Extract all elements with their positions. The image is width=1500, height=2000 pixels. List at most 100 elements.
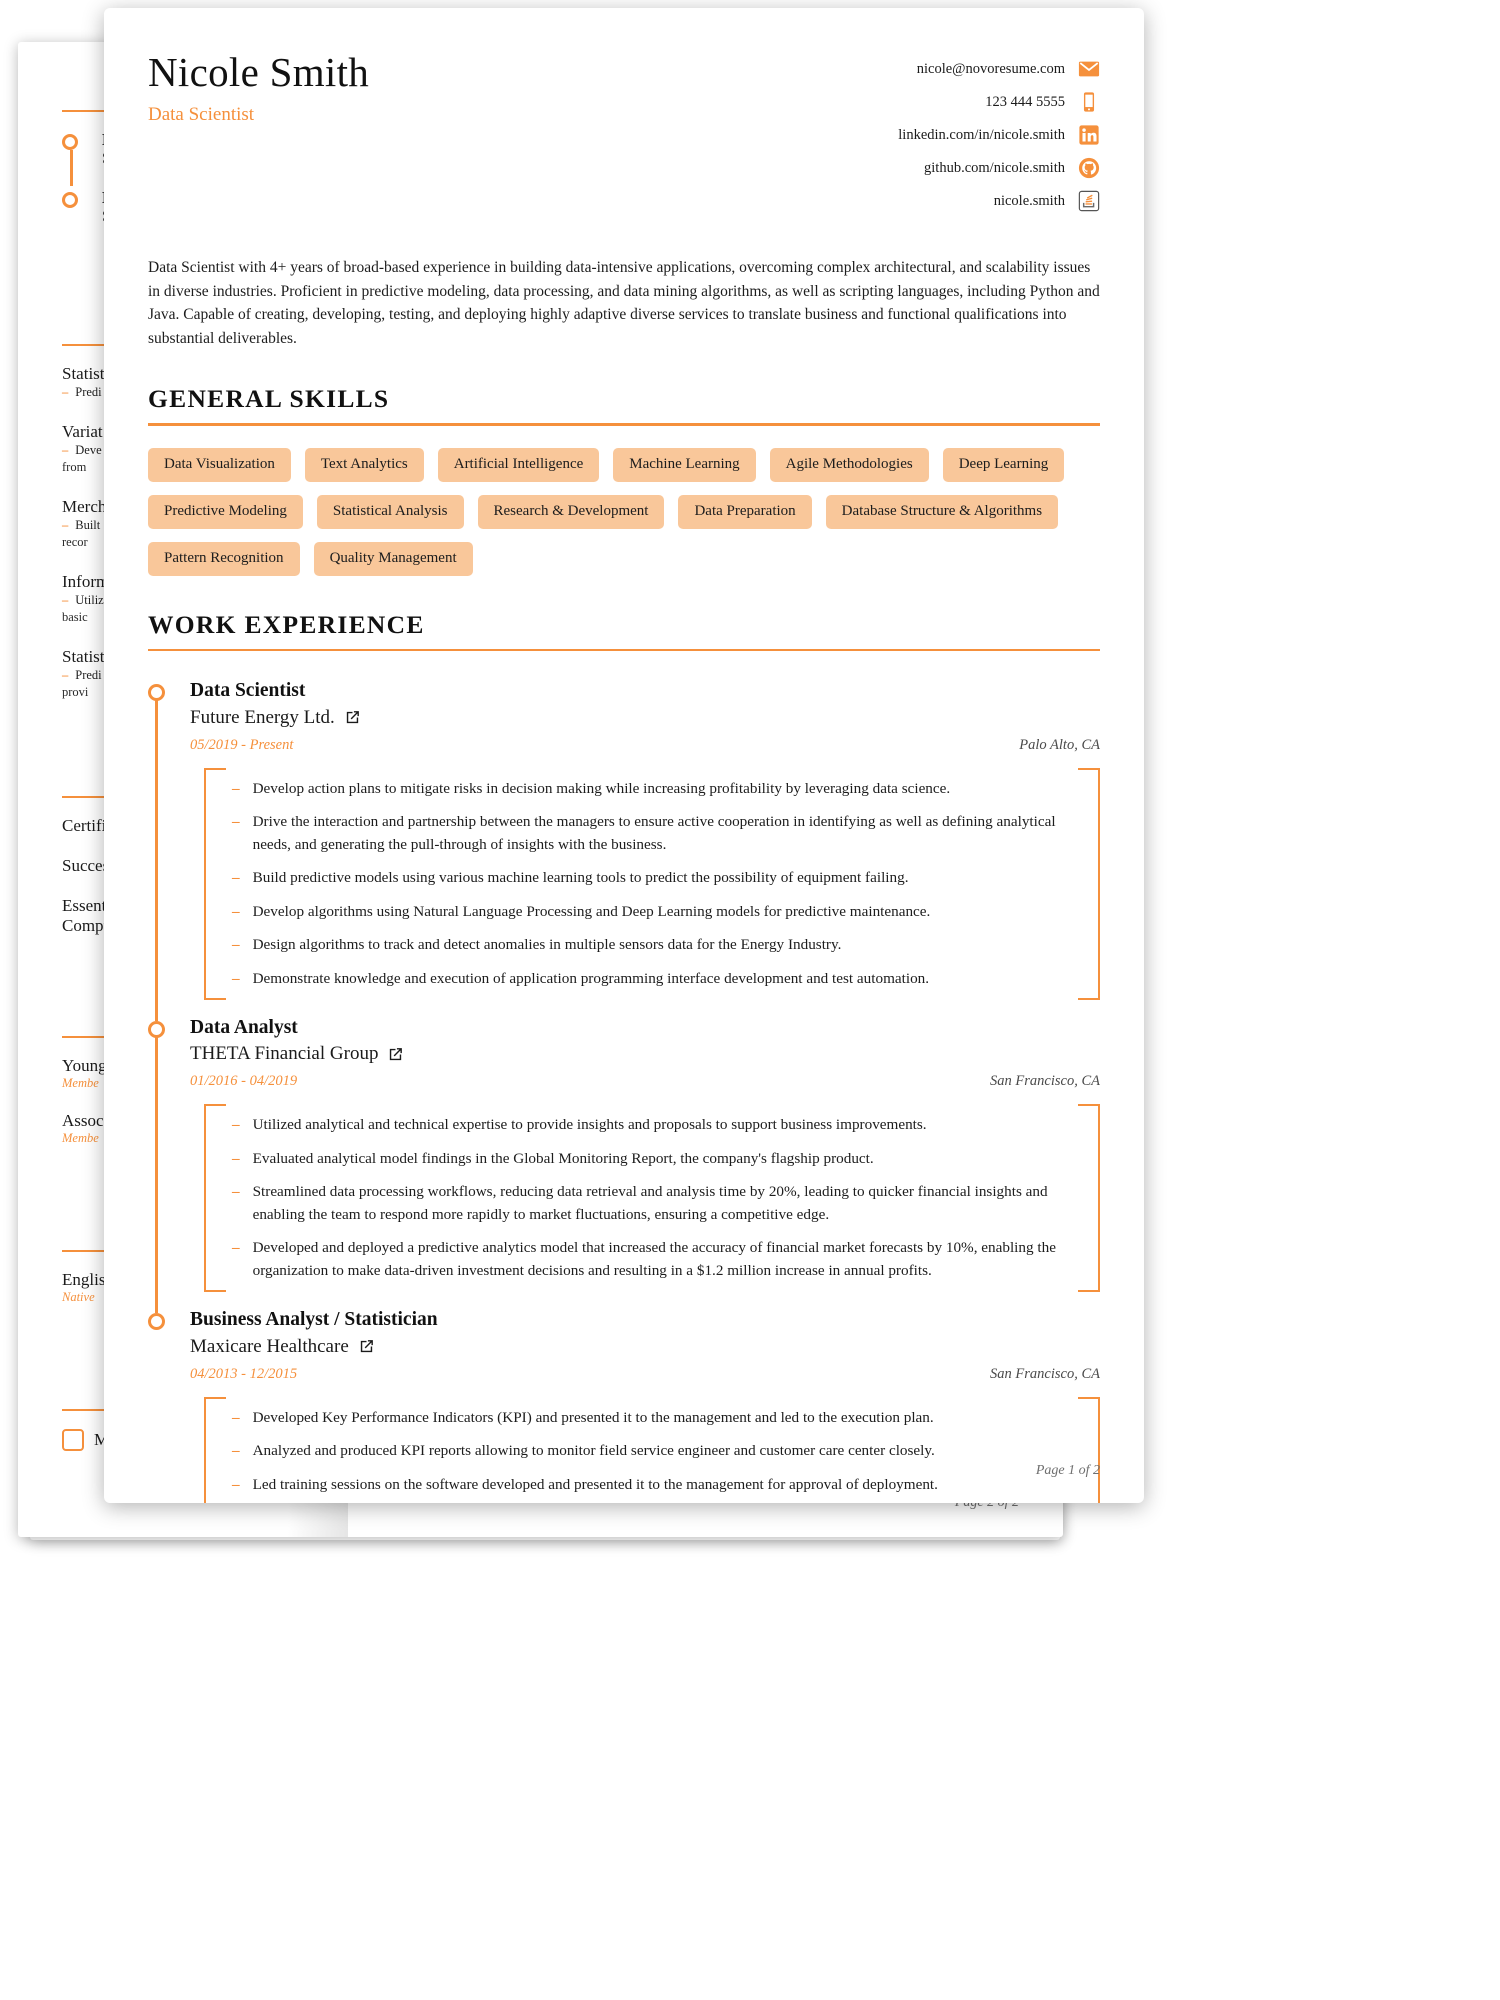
- job-bullet-text: Streamlined data processing workflows, r…: [252, 1183, 1048, 1223]
- bracket-edge: [1078, 1396, 1100, 1399]
- job-bullet-item: – Evaluated analytical model findings in …: [232, 1148, 1100, 1171]
- job-bullet-item: – Led training sessions on the software d…: [232, 1474, 1100, 1497]
- job-bullet-item: – Developed and deployed a predictive ana…: [232, 1237, 1100, 1282]
- professional-summary: Data Scientist with 4+ years of broad-ba…: [148, 259, 1100, 347]
- timeline-ring-icon: [62, 134, 78, 150]
- dash-icon: –: [232, 813, 240, 831]
- contact-item-phone[interactable]: 123 444 5555: [898, 91, 1100, 113]
- external-link-icon[interactable]: [344, 709, 361, 726]
- external-link-icon[interactable]: [387, 1046, 404, 1063]
- external-link-icon[interactable]: [358, 1338, 375, 1355]
- job-location: San Francisco, CA: [990, 1365, 1100, 1382]
- job-role: Business Analyst / Statistician: [190, 1309, 438, 1331]
- job-bullet-text: Developed and deployed a predictive anal…: [252, 1239, 1056, 1279]
- skill-pill: Data Visualization: [148, 447, 291, 482]
- github-icon: [1078, 157, 1100, 179]
- section-title-general-skills: GENERAL SKILLS: [148, 384, 390, 414]
- section-rule: [148, 423, 1100, 426]
- dash-icon: –: [232, 969, 240, 987]
- resume-header: Nicole Smith Data Scientist nicole@novor…: [148, 49, 1100, 212]
- bracket-edge: [1078, 767, 1100, 770]
- contact-email-text: nicole@novoresume.com: [916, 60, 1065, 77]
- timeline-ring-icon: [148, 684, 165, 702]
- timeline-ring-icon: [148, 1021, 165, 1039]
- job-role: Data Analyst: [190, 1017, 298, 1039]
- job-bullet-text: Build predictive models using various ma…: [252, 869, 909, 887]
- identity-block: Nicole Smith Data Scientist: [148, 49, 370, 126]
- dash-icon: –: [232, 1475, 240, 1493]
- job-bullets: – Develop action plans to mitigate risks …: [204, 767, 1100, 1001]
- job-bullet-item: – Analyzed and produced KPI reports allow…: [232, 1440, 1100, 1463]
- job-entry: Data Analyst THETA Financial Group 01/2016…: [148, 1000, 1100, 1314]
- job-company-name: Maxicare Healthcare: [190, 1335, 349, 1357]
- skill-pill: Text Analytics: [304, 447, 424, 482]
- bracket-edge: [1078, 1104, 1100, 1107]
- job-bullet-item: – Utilized analytical and technical exper…: [232, 1114, 1100, 1137]
- job-company-name: Future Energy Ltd.: [190, 706, 335, 728]
- job-role: Data Scientist: [190, 680, 306, 702]
- dash-icon: –: [232, 1408, 240, 1426]
- job-dates: 01/2016 - 04/2019: [190, 1073, 298, 1090]
- job-bullet-text: Develop algorithms using Natural Languag…: [252, 902, 931, 920]
- timeline-ring-icon: [148, 1313, 165, 1331]
- linkedin-icon: [1079, 125, 1099, 145]
- job-bullet-item: – Design algorithms to track and detect a…: [232, 934, 1100, 957]
- job-bullet-item: – Developed Key Performance Indicators (K…: [232, 1407, 1100, 1430]
- skill-pill: Deep Learning: [942, 447, 1065, 482]
- dash-icon: –: [62, 442, 69, 457]
- dash-icon: –: [232, 1183, 240, 1201]
- stackoverflow-icon: [1078, 190, 1100, 212]
- bracket-edge: [1098, 767, 1100, 1001]
- skills-list: Data Visualization Text Analytics Artifici…: [148, 447, 1100, 576]
- bracket-edge: [1098, 1104, 1100, 1293]
- job-entry: Business Analyst / Statistician Maxicare …: [148, 1292, 1100, 1503]
- job-bullet-text: Develop action plans to mitigate risks i…: [252, 779, 951, 797]
- job-entry: Data Scientist Future Energy Ltd. 05/2019 …: [148, 663, 1100, 1022]
- dash-icon: –: [232, 869, 240, 887]
- job-meta: 05/2019 - Present Palo Alto, CA: [190, 737, 1100, 754]
- job-bullet-text: Analyzed and produced KPI reports allowi…: [252, 1442, 935, 1460]
- dash-icon: –: [232, 902, 240, 920]
- chip-icon: [62, 1428, 84, 1451]
- timeline-ring-icon: [62, 192, 78, 208]
- section-general-skills: GENERAL SKILLS Data Visualization Text An…: [148, 384, 1100, 576]
- job-bullet-text: Led training sessions on the software de…: [252, 1475, 938, 1493]
- timeline-line: [69, 150, 73, 186]
- job-dates: 04/2013 - 12/2015: [190, 1365, 298, 1382]
- job-bullet-text: Demonstrate knowledge and execution of a…: [252, 969, 930, 987]
- job-bullet-text: Evaluated analytical model findings in t…: [252, 1149, 874, 1167]
- job-company: Future Energy Ltd.: [190, 707, 1100, 729]
- job-company: THETA Financial Group: [190, 1043, 1100, 1065]
- contact-phone-text: 123 444 5555: [985, 93, 1065, 110]
- page-title: Nicole Smith: [148, 49, 370, 95]
- skill-pill: Machine Learning: [613, 447, 756, 482]
- contact-item-stackoverflow[interactable]: nicole.smith: [898, 190, 1100, 212]
- contact-linkedin-text: linkedin.com/in/nicole.smith: [898, 126, 1065, 143]
- skill-pill: Artificial Intelligence: [437, 447, 600, 482]
- contact-item-github[interactable]: github.com/nicole.smith: [898, 157, 1100, 179]
- job-company: Maxicare Healthcare: [190, 1336, 1100, 1358]
- job-company-name: THETA Financial Group: [190, 1043, 379, 1065]
- job-bullet-item: – Build predictive models using various m…: [232, 867, 1100, 890]
- job-bullet-item: – Streamlined data processing workflows, …: [232, 1181, 1100, 1226]
- timeline-line: [155, 697, 158, 1022]
- job-bullet-text: Utilized analytical and technical expert…: [252, 1116, 927, 1134]
- job-bullet-text: Design algorithms to track and detect an…: [252, 936, 842, 954]
- contact-stackoverflow-text: nicole.smith: [993, 192, 1065, 209]
- timeline-line: [155, 1034, 158, 1314]
- skill-pill: Database Structure & Algorithms: [825, 494, 1059, 529]
- contact-github-text: github.com/nicole.smith: [924, 159, 1065, 176]
- contact-item-linkedin[interactable]: linkedin.com/in/nicole.smith: [898, 124, 1100, 146]
- job-bullet-text: Drive the interaction and partnership be…: [252, 813, 1056, 853]
- skill-pill: Quality Management: [313, 541, 473, 576]
- skill-pill: Predictive Modeling: [148, 494, 303, 529]
- bracket-edge: [1098, 1396, 1100, 1503]
- dash-icon: –: [62, 667, 69, 682]
- skill-pill: Research & Development: [477, 494, 665, 529]
- resume-page-1: Nicole Smith Data Scientist nicole@novor…: [104, 8, 1144, 1503]
- skill-pill: Data Preparation: [678, 494, 812, 529]
- job-location: San Francisco, CA: [990, 1073, 1100, 1090]
- job-bullets: – Utilized analytical and technical exper…: [204, 1104, 1100, 1293]
- section-work-experience: WORK EXPERIENCE Data Scientist Future Ene…: [148, 610, 1100, 1503]
- contact-item-email[interactable]: nicole@novoresume.com: [898, 58, 1100, 80]
